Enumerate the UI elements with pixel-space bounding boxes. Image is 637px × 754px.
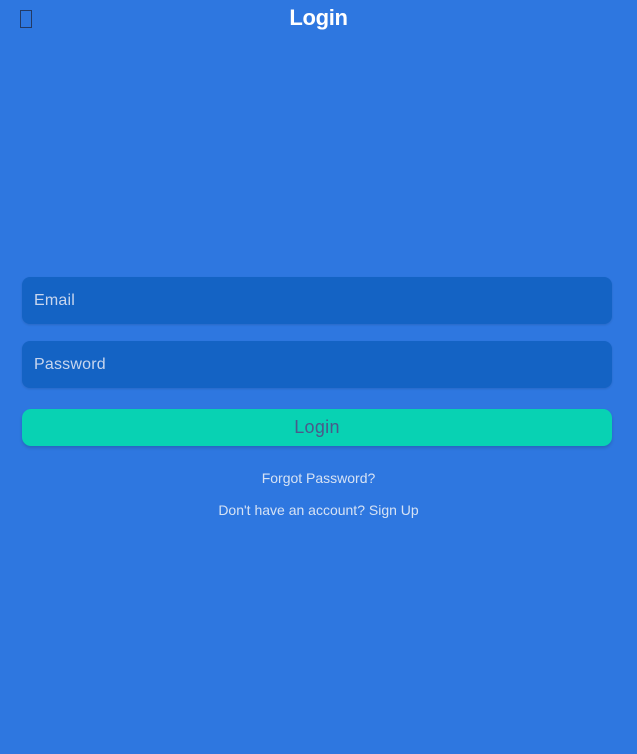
email-field[interactable] <box>22 277 612 324</box>
page-title: Login <box>289 5 348 30</box>
login-button[interactable]: Login <box>22 409 612 446</box>
password-field[interactable] <box>22 341 612 388</box>
forgot-password-link[interactable]: Forgot Password? <box>262 470 376 486</box>
email-input[interactable] <box>22 277 612 324</box>
forgot-password-row: Forgot Password? <box>0 470 637 486</box>
password-input[interactable] <box>22 341 612 388</box>
signup-row: Don't have an account? Sign Up <box>0 502 637 518</box>
signup-link[interactable]: Don't have an account? Sign Up <box>218 502 418 518</box>
app-header: Login <box>0 0 637 38</box>
